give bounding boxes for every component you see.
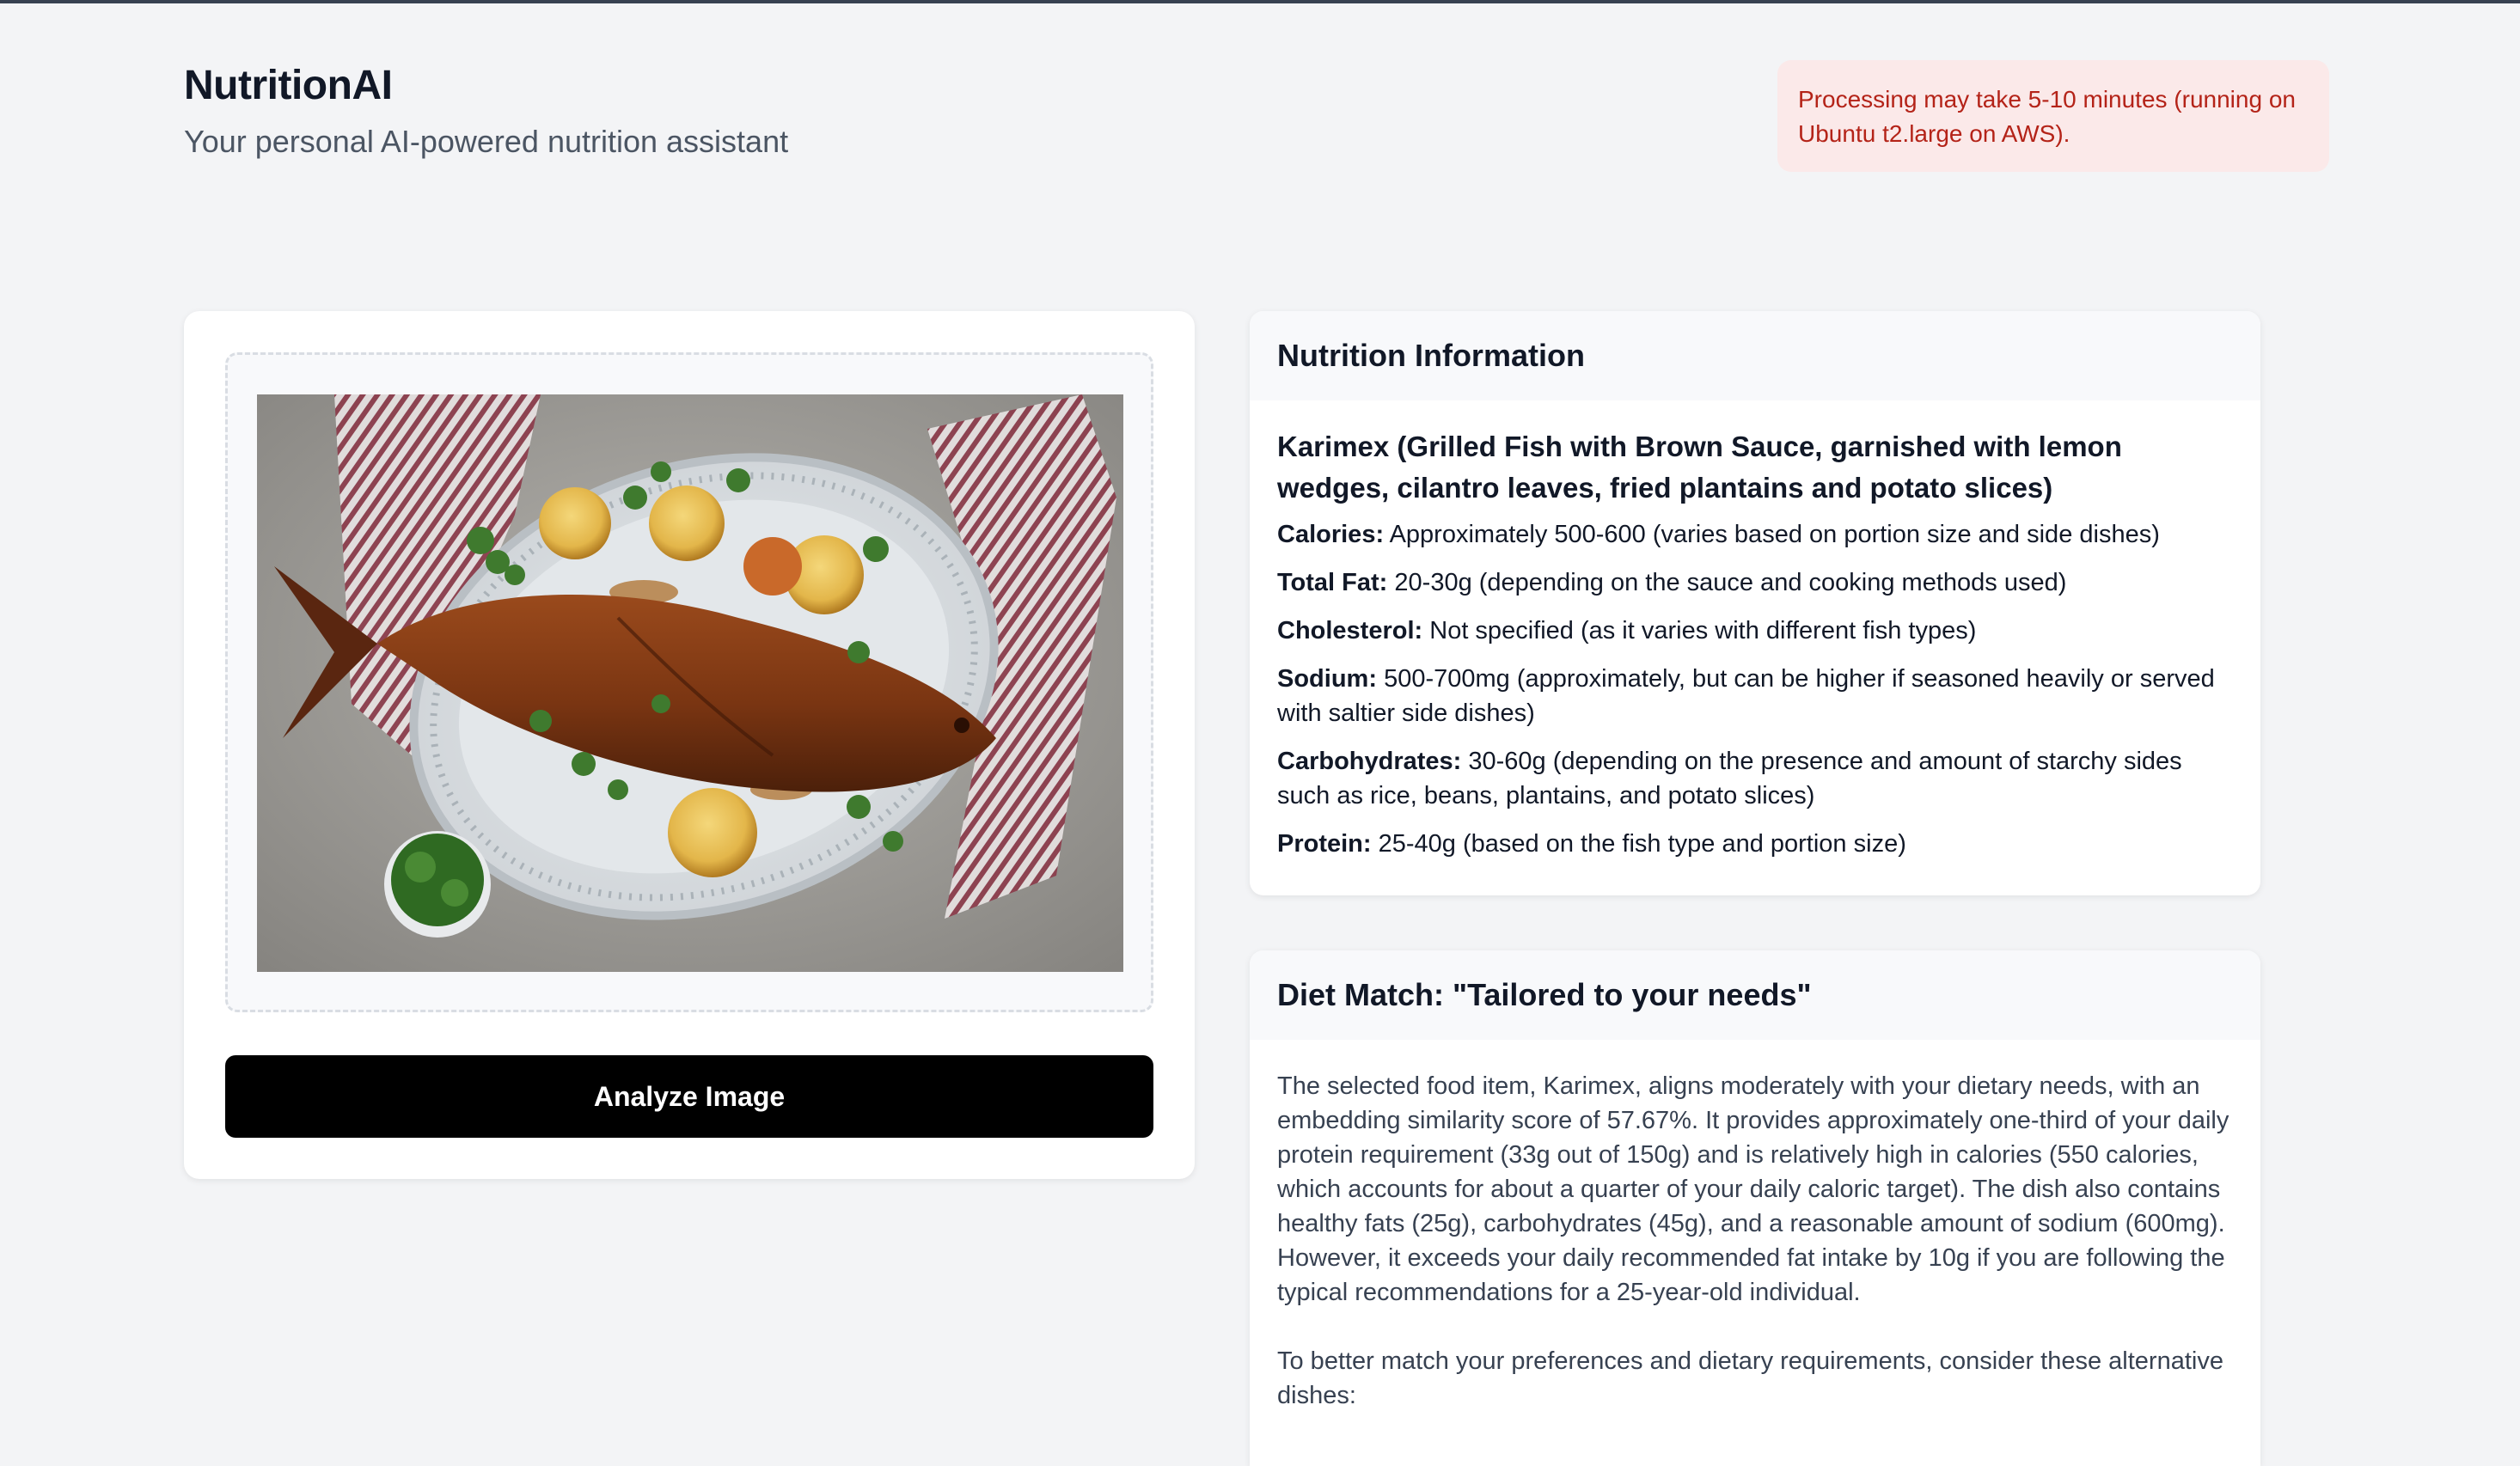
diet-match-heading: Diet Match: "Tailored to your needs" [1250,950,2260,1040]
nutrition-fact-sodium: Sodium: 500-700mg (approximately, but ca… [1277,662,2233,730]
analyze-image-button[interactable]: Analyze Image [225,1055,1153,1138]
fact-label: Sodium: [1277,665,1377,693]
nutrition-info-heading: Nutrition Information [1250,311,2260,400]
nutrition-info-card: Nutrition Information Karimex (Grilled F… [1250,311,2260,895]
processing-notice: Processing may take 5-10 minutes (runnin… [1777,60,2329,172]
nutrition-fact-protein: Protein: 25-40g (based on the fish type … [1277,827,2233,861]
app-header: NutritionAI Your personal AI-powered nut… [184,60,788,162]
nutrition-fact-total-fat: Total Fat: 20-30g (depending on the sauc… [1277,565,2233,600]
app-subtitle: Your personal AI-powered nutrition assis… [184,124,789,159]
nutrition-fact-carbohydrates: Carbohydrates: 30-60g (depending on the … [1277,744,2233,813]
fact-value: 20-30g (depending on the sauce and cooki… [1394,569,2067,596]
image-dropzone[interactable] [225,352,1153,1012]
fact-label: Protein: [1277,830,1372,858]
fact-value: Not specified (as it varies with differe… [1429,617,1977,644]
nutrition-fact-cholesterol: Cholesterol: Not specified (as it varies… [1277,614,2233,648]
fact-label: Total Fat: [1277,569,1388,596]
fact-label: Carbohydrates: [1277,748,1462,775]
window-top-border [0,0,2520,3]
food-photo [257,394,1123,972]
fact-label: Calories: [1277,521,1385,548]
app-title: NutritionAI [184,63,393,108]
diet-match-body: The selected food item, Karimex, aligns … [1250,1040,2260,1442]
food-name: Karimex (Grilled Fish with Brown Sauce, … [1277,431,2122,504]
diet-match-paragraph: To better match your preferences and die… [1277,1347,2223,1409]
fact-label: Cholesterol: [1277,617,1423,644]
fact-value: Approximately 500-600 (varies based on p… [1389,521,2160,548]
food-photo-drawing [257,394,1123,972]
diet-match-card: Diet Match: "Tailored to your needs" The… [1250,950,2260,1466]
diet-match-paragraph: The selected food item, Karimex, aligns … [1277,1072,2229,1306]
nutrition-fact-calories: Calories: Approximately 500-600 (varies … [1277,517,2233,552]
nutrition-info-body: Karimex (Grilled Fish with Brown Sauce, … [1250,400,2260,895]
fact-value: 500-700mg (approximately, but can be hig… [1277,665,2215,727]
upload-card: Analyze Image [184,311,1195,1179]
fact-value: 25-40g (based on the fish type and porti… [1378,830,1906,858]
